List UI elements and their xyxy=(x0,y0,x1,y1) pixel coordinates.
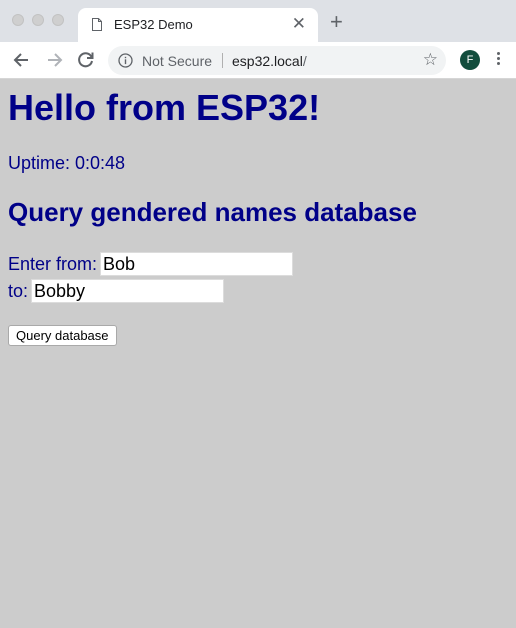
page-heading: Hello from ESP32! xyxy=(8,87,321,128)
from-input[interactable] xyxy=(100,252,294,277)
forward-arrow-icon[interactable] xyxy=(44,50,64,70)
back-arrow-icon[interactable] xyxy=(12,50,32,70)
address-bar[interactable]: Not Secure esp32.local/ ☆ xyxy=(108,46,446,75)
tab-title: ESP32 Demo xyxy=(114,17,193,32)
tab-strip: ESP32 Demo ✕ + xyxy=(0,0,516,42)
page-content: Hello from ESP32! Uptime: 0:0:48 Query g… xyxy=(0,79,516,628)
browser-toolbar: Not Secure esp32.local/ ☆ F xyxy=(0,42,516,79)
window-close-control[interactable] xyxy=(12,14,24,26)
url-path: / xyxy=(302,53,307,69)
url-text[interactable]: esp32.local/ xyxy=(232,53,307,69)
reload-icon[interactable] xyxy=(76,50,96,70)
profile-avatar[interactable]: F xyxy=(460,50,480,70)
to-input[interactable] xyxy=(31,279,225,304)
url-host: esp32.local xyxy=(232,53,303,69)
window-zoom-control[interactable] xyxy=(52,14,64,26)
security-label[interactable]: Not Secure xyxy=(142,53,212,69)
query-database-button[interactable]: Query database xyxy=(8,325,117,346)
document-icon xyxy=(92,18,102,31)
uptime-text: Uptime: 0:0:48 xyxy=(8,153,126,173)
new-tab-button[interactable]: + xyxy=(330,11,343,33)
query-heading: Query gendered names database xyxy=(8,197,417,227)
to-label: to: xyxy=(8,281,29,302)
close-tab-icon[interactable]: ✕ xyxy=(292,15,306,33)
info-icon[interactable] xyxy=(118,53,133,68)
bookmark-star-icon[interactable]: ☆ xyxy=(423,51,438,69)
to-row: to: xyxy=(8,278,225,304)
window-minimize-control[interactable] xyxy=(32,14,44,26)
tab-esp32-demo[interactable]: ESP32 Demo ✕ xyxy=(78,8,318,42)
from-label: Enter from: xyxy=(8,254,98,275)
address-separator xyxy=(222,53,223,68)
menu-dots-icon[interactable] xyxy=(497,52,501,68)
from-row: Enter from: xyxy=(8,251,294,277)
